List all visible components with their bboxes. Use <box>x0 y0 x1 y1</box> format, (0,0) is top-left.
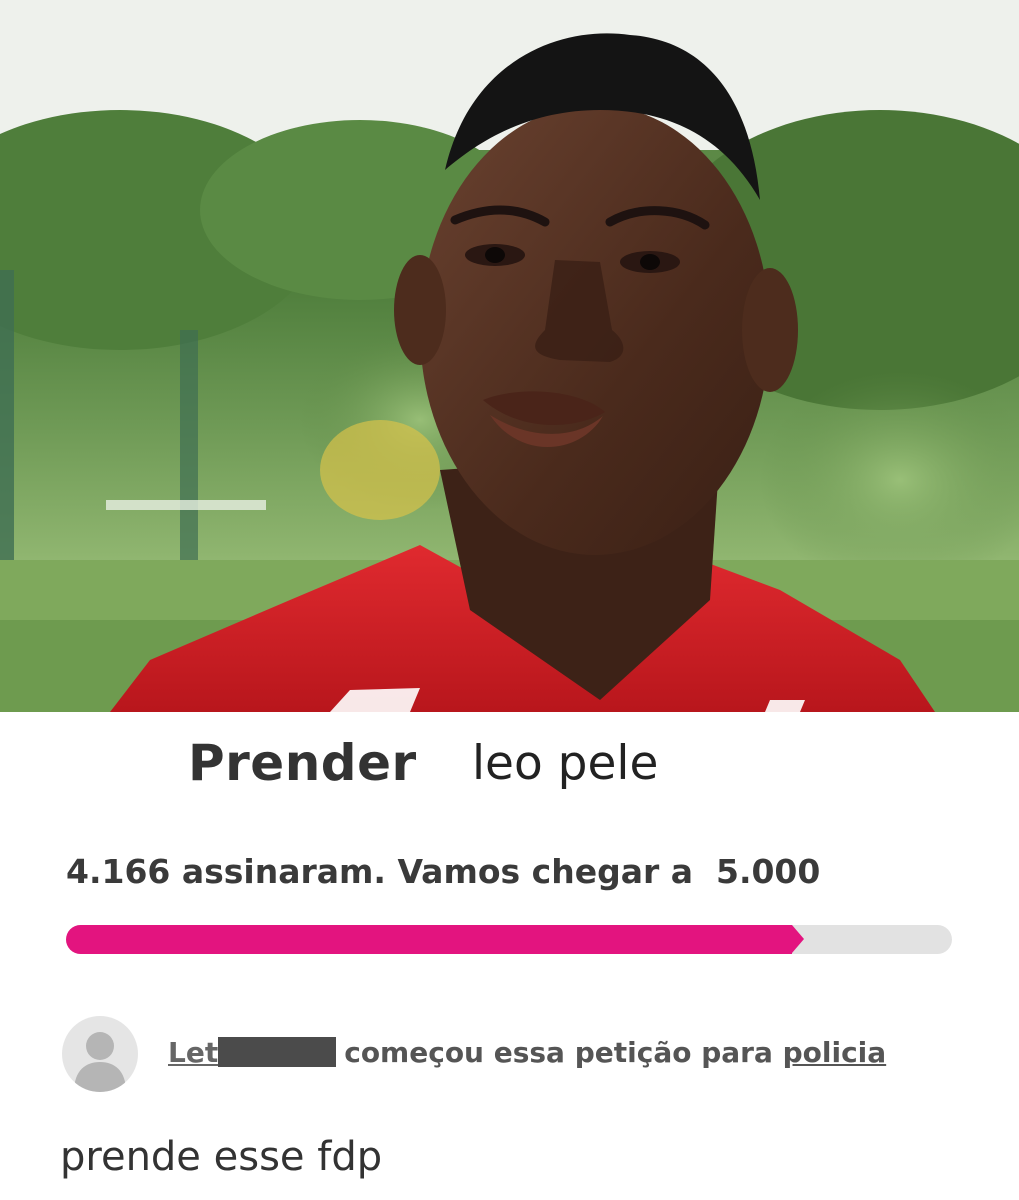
default-user-avatar-icon[interactable] <box>62 1016 138 1092</box>
petition-target-link[interactable]: policia <box>783 1036 887 1069</box>
starter-name-link[interactable]: Let <box>168 1036 344 1069</box>
petition-photo <box>0 0 1019 712</box>
starter-name-visible: Let <box>168 1036 219 1069</box>
signature-progress-tip <box>792 925 804 953</box>
redaction-block <box>218 1037 337 1067</box>
petition-title-action: Prender <box>188 734 417 792</box>
petition-title: Prender leo pele <box>0 712 1019 822</box>
petition-starter-line: Let começou essa petição para policia <box>168 1036 886 1069</box>
starter-action-text: começou essa petição para <box>344 1036 773 1069</box>
signature-count: 4.166 assinaram. Vamos chegar a 5.000 <box>66 852 821 891</box>
petition-title-name: leo pele <box>472 736 659 791</box>
signature-progress-fill <box>66 925 792 954</box>
petition-message: prende esse fdp <box>60 1134 383 1180</box>
signature-progress-bar <box>66 925 952 954</box>
